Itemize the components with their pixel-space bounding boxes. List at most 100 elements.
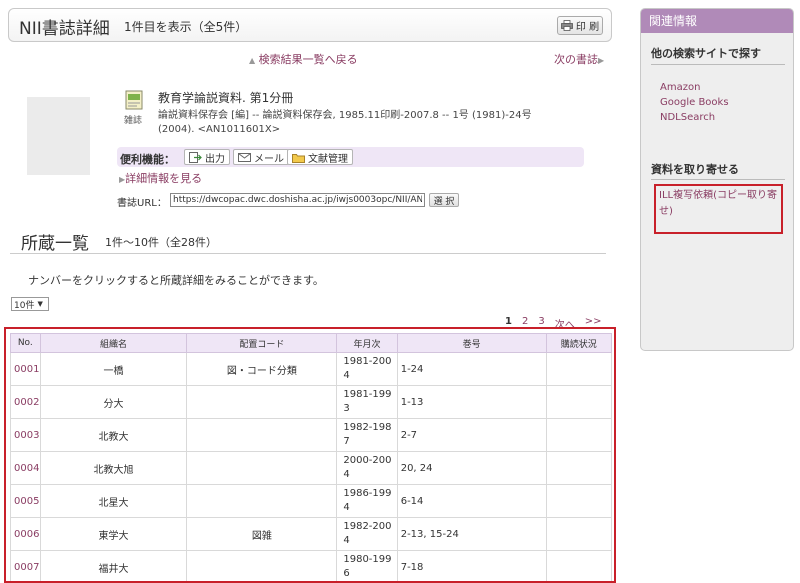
result-position: 1件目を表示（全5件） bbox=[124, 20, 248, 34]
chevron-down-icon: ▼ bbox=[37, 300, 43, 308]
sidebar-header: 関連情報 bbox=[641, 9, 793, 33]
table-row: 0002 分大 1981-1993 1-13 bbox=[10, 385, 613, 419]
holding-number-link[interactable]: 0002 bbox=[10, 385, 41, 419]
next-label: 次の書誌 bbox=[554, 53, 598, 66]
book-title: 教育学論説資料. 第1分冊 bbox=[158, 91, 294, 105]
utility-label: 便利機能： bbox=[120, 153, 175, 166]
back-label: 検索結果一覧へ戻る bbox=[258, 53, 358, 66]
holding-number-link[interactable]: 0004 bbox=[10, 451, 41, 485]
holding-number-link[interactable]: 0007 bbox=[10, 550, 41, 581]
table-row: 0003 北教大 1982-1987 2-7 bbox=[10, 418, 613, 452]
table-row: 0007 福井大 1980-1996 7-18 bbox=[10, 550, 613, 581]
org-cell: 北教大 bbox=[39, 418, 188, 452]
status-cell bbox=[545, 517, 613, 551]
triangle-right-icon: ▶ bbox=[598, 56, 605, 65]
output-button[interactable]: 出力 bbox=[184, 149, 230, 165]
vol-cell: 2-13, 15-24 bbox=[396, 517, 547, 551]
year-cell: 1982-1987 bbox=[336, 418, 398, 452]
meta-line-2: (2004). <AN1011601X> bbox=[158, 124, 281, 135]
mail-label: メール bbox=[254, 153, 284, 165]
code-cell bbox=[186, 418, 338, 452]
col-year: 年月次 bbox=[336, 333, 398, 353]
print-button[interactable]: 印 刷 bbox=[557, 16, 603, 35]
holdings-table-highlight: No. 組織名 配置コード 年月次 巻号 購読状況 0001 一橋 図・コード分… bbox=[4, 327, 616, 583]
bib-url-field[interactable] bbox=[170, 193, 425, 207]
email-button[interactable]: メール bbox=[233, 149, 289, 165]
per-page-value: 10件 bbox=[14, 300, 35, 311]
status-cell bbox=[545, 418, 613, 452]
journal-icon bbox=[125, 90, 143, 110]
vol-cell: 6-14 bbox=[396, 484, 547, 518]
page-header: NII書誌詳細 1件目を表示（全5件） 印 刷 bbox=[8, 8, 612, 42]
col-status: 購読状況 bbox=[545, 333, 613, 353]
utility-bar: 便利機能： 出力 メール 文献管理 bbox=[117, 147, 584, 167]
holdings-table: No. 組織名 配置コード 年月次 巻号 購読状況 0001 一橋 図・コード分… bbox=[10, 333, 613, 581]
org-cell: 北星大 bbox=[39, 484, 188, 518]
holding-number-link[interactable]: 0006 bbox=[10, 517, 41, 551]
year-cell: 1986-1994 bbox=[336, 484, 398, 518]
vol-cell: 20, 24 bbox=[396, 451, 547, 485]
ndlsearch-link[interactable]: NDLSearch bbox=[660, 112, 715, 123]
year-cell: 1981-1993 bbox=[336, 385, 398, 419]
code-cell bbox=[186, 451, 338, 485]
org-cell: 福井大 bbox=[39, 550, 188, 581]
show-details-link[interactable]: ▶詳細情報を見る bbox=[119, 170, 202, 186]
holdings-count: 1件～10件（全28件） bbox=[105, 236, 217, 249]
org-cell: 一橋 bbox=[39, 352, 188, 386]
table-row: 0004 北教大旭 2000-2004 20, 24 bbox=[10, 451, 613, 485]
code-cell bbox=[186, 484, 338, 518]
table-row: 0001 一橋 図・コード分類 1981-2004 1-24 bbox=[10, 352, 613, 386]
export-icon bbox=[189, 151, 202, 163]
status-cell bbox=[545, 385, 613, 419]
back-to-results-link[interactable]: ▲ 検索結果一覧へ戻る bbox=[249, 51, 358, 67]
year-cell: 1982-2004 bbox=[336, 517, 398, 551]
org-cell: 北教大旭 bbox=[39, 451, 188, 485]
org-cell: 分大 bbox=[39, 385, 188, 419]
status-cell bbox=[545, 484, 613, 518]
book-metadata: 論説資料保存会 [編] -- 論説資料保存会, 1985.11印刷-2007.8… bbox=[158, 109, 588, 137]
related-info-sidebar: 関連情報 他の検索サイトで探す Amazon Google Books NDLS… bbox=[640, 8, 794, 351]
print-label: 印 刷 bbox=[575, 22, 600, 33]
output-label: 出力 bbox=[205, 153, 225, 165]
year-cell: 2000-2004 bbox=[336, 451, 398, 485]
folder-icon bbox=[292, 153, 305, 163]
table-row: 0005 北星大 1986-1994 6-14 bbox=[10, 484, 613, 518]
vol-cell: 1-13 bbox=[396, 385, 547, 419]
vol-cell: 1-24 bbox=[396, 352, 547, 386]
org-cell: 東学大 bbox=[39, 517, 188, 551]
material-type-label: 雑誌 bbox=[124, 116, 143, 126]
triangle-up-icon: ▲ bbox=[249, 56, 256, 65]
amazon-link[interactable]: Amazon bbox=[660, 82, 700, 93]
select-url-button[interactable]: 選 択 bbox=[429, 193, 459, 207]
cover-thumbnail bbox=[27, 97, 90, 175]
col-vol: 巻号 bbox=[396, 333, 547, 353]
year-cell: 1981-2004 bbox=[336, 352, 398, 386]
order-heading: 資料を取り寄せる bbox=[651, 163, 739, 176]
holding-number-link[interactable]: 0003 bbox=[10, 418, 41, 452]
holding-number-link[interactable]: 0005 bbox=[10, 484, 41, 518]
detail-label: 詳細情報を見る bbox=[125, 172, 203, 185]
mail-icon bbox=[238, 152, 251, 162]
next-record-link[interactable]: 次の書誌▶ bbox=[554, 51, 604, 67]
printer-icon bbox=[561, 20, 573, 31]
holdings-hint: ナンバーをクリックすると所蔵詳細をみることができます。 bbox=[28, 274, 324, 287]
page-title: NII書誌詳細 bbox=[19, 19, 110, 39]
year-cell: 1980-1996 bbox=[336, 550, 398, 581]
code-cell bbox=[186, 385, 338, 419]
reference-manager-button[interactable]: 文献管理 bbox=[287, 149, 353, 165]
code-cell: 図・コード分類 bbox=[186, 352, 338, 386]
vol-cell: 2-7 bbox=[396, 418, 547, 452]
status-cell bbox=[545, 550, 613, 581]
divider bbox=[10, 253, 606, 254]
divider bbox=[651, 64, 785, 65]
per-page-select[interactable]: 10件 ▼ bbox=[11, 297, 49, 311]
other-search-heading: 他の検索サイトで探す bbox=[651, 47, 761, 60]
ill-copy-request-link[interactable]: ILL複写依頼(コピー取り寄せ) bbox=[654, 184, 783, 234]
col-code: 配置コード bbox=[186, 333, 338, 353]
col-no: No. bbox=[10, 333, 41, 353]
url-label: 書誌URL： bbox=[117, 198, 167, 209]
meta-line-1: 論説資料保存会 [編] -- 論説資料保存会, 1985.11印刷-2007.8… bbox=[158, 110, 532, 121]
google-books-link[interactable]: Google Books bbox=[660, 97, 729, 108]
col-org: 組織名 bbox=[39, 333, 188, 353]
holding-number-link[interactable]: 0001 bbox=[10, 352, 41, 386]
